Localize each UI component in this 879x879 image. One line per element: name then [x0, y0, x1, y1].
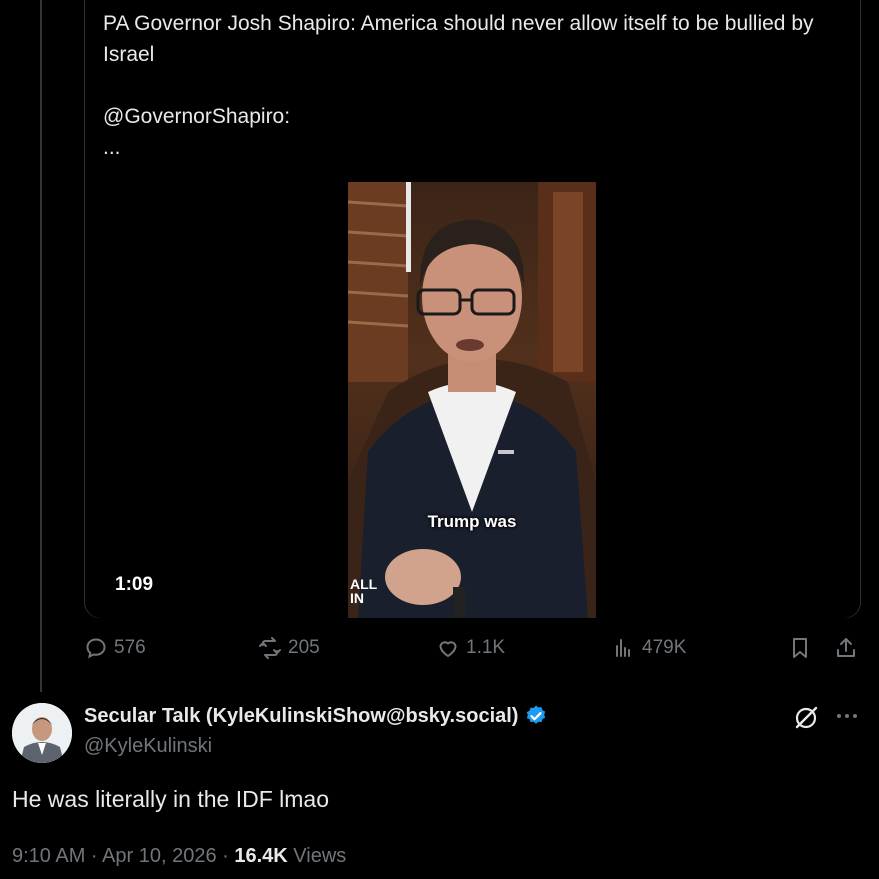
tweet-timestamp[interactable]: 9:10 AM · Apr 10, 2026 ·	[12, 845, 234, 867]
quoted-tweet-text: PA Governor Josh Shapiro: America should…	[103, 12, 814, 159]
avatar[interactable]	[12, 703, 72, 763]
video-duration: 1:09	[115, 574, 154, 595]
reply-icon	[86, 638, 106, 659]
like-count: 1.1K	[466, 637, 506, 658]
reply-count: 576	[114, 637, 146, 658]
video-thumbnail	[348, 182, 596, 618]
heart-icon	[439, 641, 457, 657]
like-button[interactable]: 1.1K	[436, 636, 505, 660]
reply-button[interactable]: 576	[84, 636, 146, 660]
grok-icon	[795, 706, 818, 729]
author-handle[interactable]: @KyleKulinski	[84, 735, 212, 758]
analytics-icon	[616, 639, 630, 657]
share-icon	[837, 638, 855, 657]
video-frame[interactable]: Trump was ALL IN	[348, 182, 596, 618]
tweet-actions-bar: 576 205 1.1K 479K	[84, 636, 864, 668]
views-button[interactable]: 479K	[612, 636, 686, 660]
video-player[interactable]: Trump was ALL IN 1:09	[85, 182, 860, 618]
watermark-line-1: ALL	[350, 576, 378, 592]
views-count: 479K	[642, 637, 687, 658]
repost-button[interactable]: 205	[258, 636, 320, 660]
video-caption: Trump was	[427, 512, 517, 531]
repost-icon	[259, 637, 281, 659]
repost-count: 205	[288, 637, 320, 658]
verified-badge-icon	[527, 705, 546, 724]
author-display-name[interactable]: Secular Talk (KyleKulinskiShow@bsky.soci…	[84, 705, 518, 728]
grok-button[interactable]	[792, 704, 820, 737]
bookmark-icon	[793, 638, 807, 658]
tweet-body: He was literally in the IDF lmao	[12, 786, 329, 812]
avatar-image	[12, 703, 72, 763]
tweet-view-count: 16.4K	[234, 845, 288, 867]
tweet-metadata: 9:10 AM · Apr 10, 2026 · 16.4K Views	[12, 845, 346, 868]
bookmark-button[interactable]	[788, 636, 812, 660]
share-button[interactable]	[834, 636, 858, 660]
more-horizontal-icon	[837, 714, 857, 718]
tweet-views-label: Views	[287, 845, 347, 867]
thread-connector-line	[40, 0, 42, 692]
author-name-row: Secular Talk (KyleKulinskiShow@bsky.soci…	[84, 704, 548, 728]
watermark-line-2: IN	[350, 590, 364, 606]
more-options-button[interactable]	[834, 708, 860, 729]
channel-watermark: ALL IN	[350, 577, 377, 605]
